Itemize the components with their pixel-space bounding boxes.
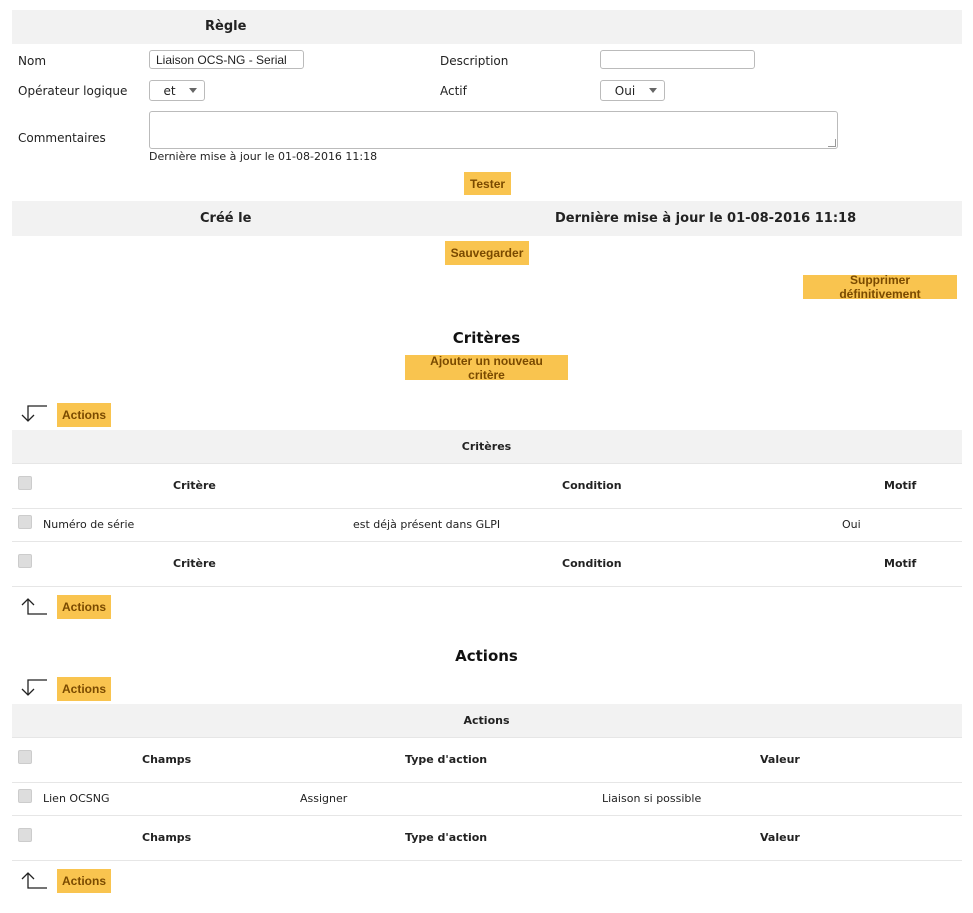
- delete-permanently-button[interactable]: Supprimer définitivement: [803, 273, 957, 301]
- criteria-actions-button-top[interactable]: Actions: [57, 403, 111, 427]
- criteria-col-condition: Condition: [562, 479, 622, 492]
- criteria-section-title: Critères: [452, 329, 521, 347]
- criteria-select-all-checkbox[interactable]: [18, 476, 32, 490]
- nom-input[interactable]: Liaison OCS-NG - Serial: [149, 50, 304, 69]
- actif-label: Actif: [440, 84, 467, 98]
- criteria-row-checkbox[interactable]: [18, 515, 32, 529]
- chevron-down-icon: [189, 88, 197, 93]
- actions-col-valeur: Valeur: [760, 753, 800, 766]
- created-label: Créé le: [200, 211, 252, 226]
- criteria-table-title: Critères: [461, 440, 512, 453]
- criteria-row-critere[interactable]: Numéro de série: [43, 518, 134, 531]
- comments-label: Commentaires: [18, 131, 106, 145]
- actions-col-type: Type d'action: [405, 753, 488, 766]
- save-button[interactable]: Sauvegarder: [445, 241, 529, 265]
- actions-row-type: Assigner: [300, 792, 348, 805]
- operator-value: et: [163, 83, 176, 98]
- operator-label: Opérateur logique: [18, 84, 128, 98]
- test-button[interactable]: Tester: [464, 172, 511, 195]
- actions-foot-valeur: Valeur: [760, 831, 800, 844]
- description-input[interactable]: [600, 50, 755, 69]
- add-criteria-button[interactable]: Ajouter un nouveau critère: [405, 354, 568, 382]
- operator-select[interactable]: et: [149, 80, 205, 101]
- actions-col-champs: Champs: [142, 753, 192, 766]
- comments-textarea[interactable]: [149, 111, 838, 149]
- arrow-up-left-icon: [21, 598, 47, 615]
- resize-handle-icon[interactable]: [828, 139, 836, 147]
- criteria-actions-button-bottom[interactable]: Actions: [57, 595, 111, 619]
- criteria-col-critere: Critère: [173, 479, 216, 492]
- actions-row-valeur: Liaison si possible: [602, 792, 702, 805]
- rule-header-bar: [12, 10, 962, 44]
- actif-value: Oui: [614, 83, 636, 98]
- criteria-foot-motif: Motif: [884, 557, 917, 570]
- actions-foot-champs: Champs: [142, 831, 192, 844]
- nom-label: Nom: [18, 54, 47, 68]
- criteria-foot-critere: Critère: [173, 557, 216, 570]
- actif-select[interactable]: Oui: [600, 80, 665, 101]
- arrow-down-left-icon: [21, 679, 47, 696]
- actions-select-all-checkbox-footer[interactable]: [18, 828, 32, 842]
- actions-foot-type: Type d'action: [405, 831, 488, 844]
- actions-row-champs[interactable]: Lien OCSNG: [43, 792, 110, 805]
- criteria-select-all-checkbox-footer[interactable]: [18, 554, 32, 568]
- actions-actions-button-bottom[interactable]: Actions: [57, 869, 111, 893]
- last-update-text: Dernière mise à jour le 01-08-2016 11:18: [149, 150, 378, 163]
- criteria-foot-condition: Condition: [562, 557, 622, 570]
- rule-header-title: Règle: [205, 19, 247, 34]
- actions-select-all-checkbox[interactable]: [18, 750, 32, 764]
- criteria-row-motif: Oui: [842, 518, 861, 531]
- criteria-row-condition: est déjà présent dans GLPI: [353, 518, 501, 531]
- actions-section-title: Actions: [455, 647, 518, 665]
- description-label: Description: [440, 54, 509, 68]
- criteria-col-motif: Motif: [884, 479, 917, 492]
- actions-table-title: Actions: [463, 714, 510, 727]
- arrow-down-left-icon: [21, 405, 47, 422]
- updated-label: Dernière mise à jour le 01-08-2016 11:18: [555, 211, 857, 226]
- actions-actions-button-top[interactable]: Actions: [57, 677, 111, 701]
- actions-row-checkbox[interactable]: [18, 789, 32, 803]
- arrow-up-left-icon: [21, 872, 47, 889]
- chevron-down-icon: [649, 88, 657, 93]
